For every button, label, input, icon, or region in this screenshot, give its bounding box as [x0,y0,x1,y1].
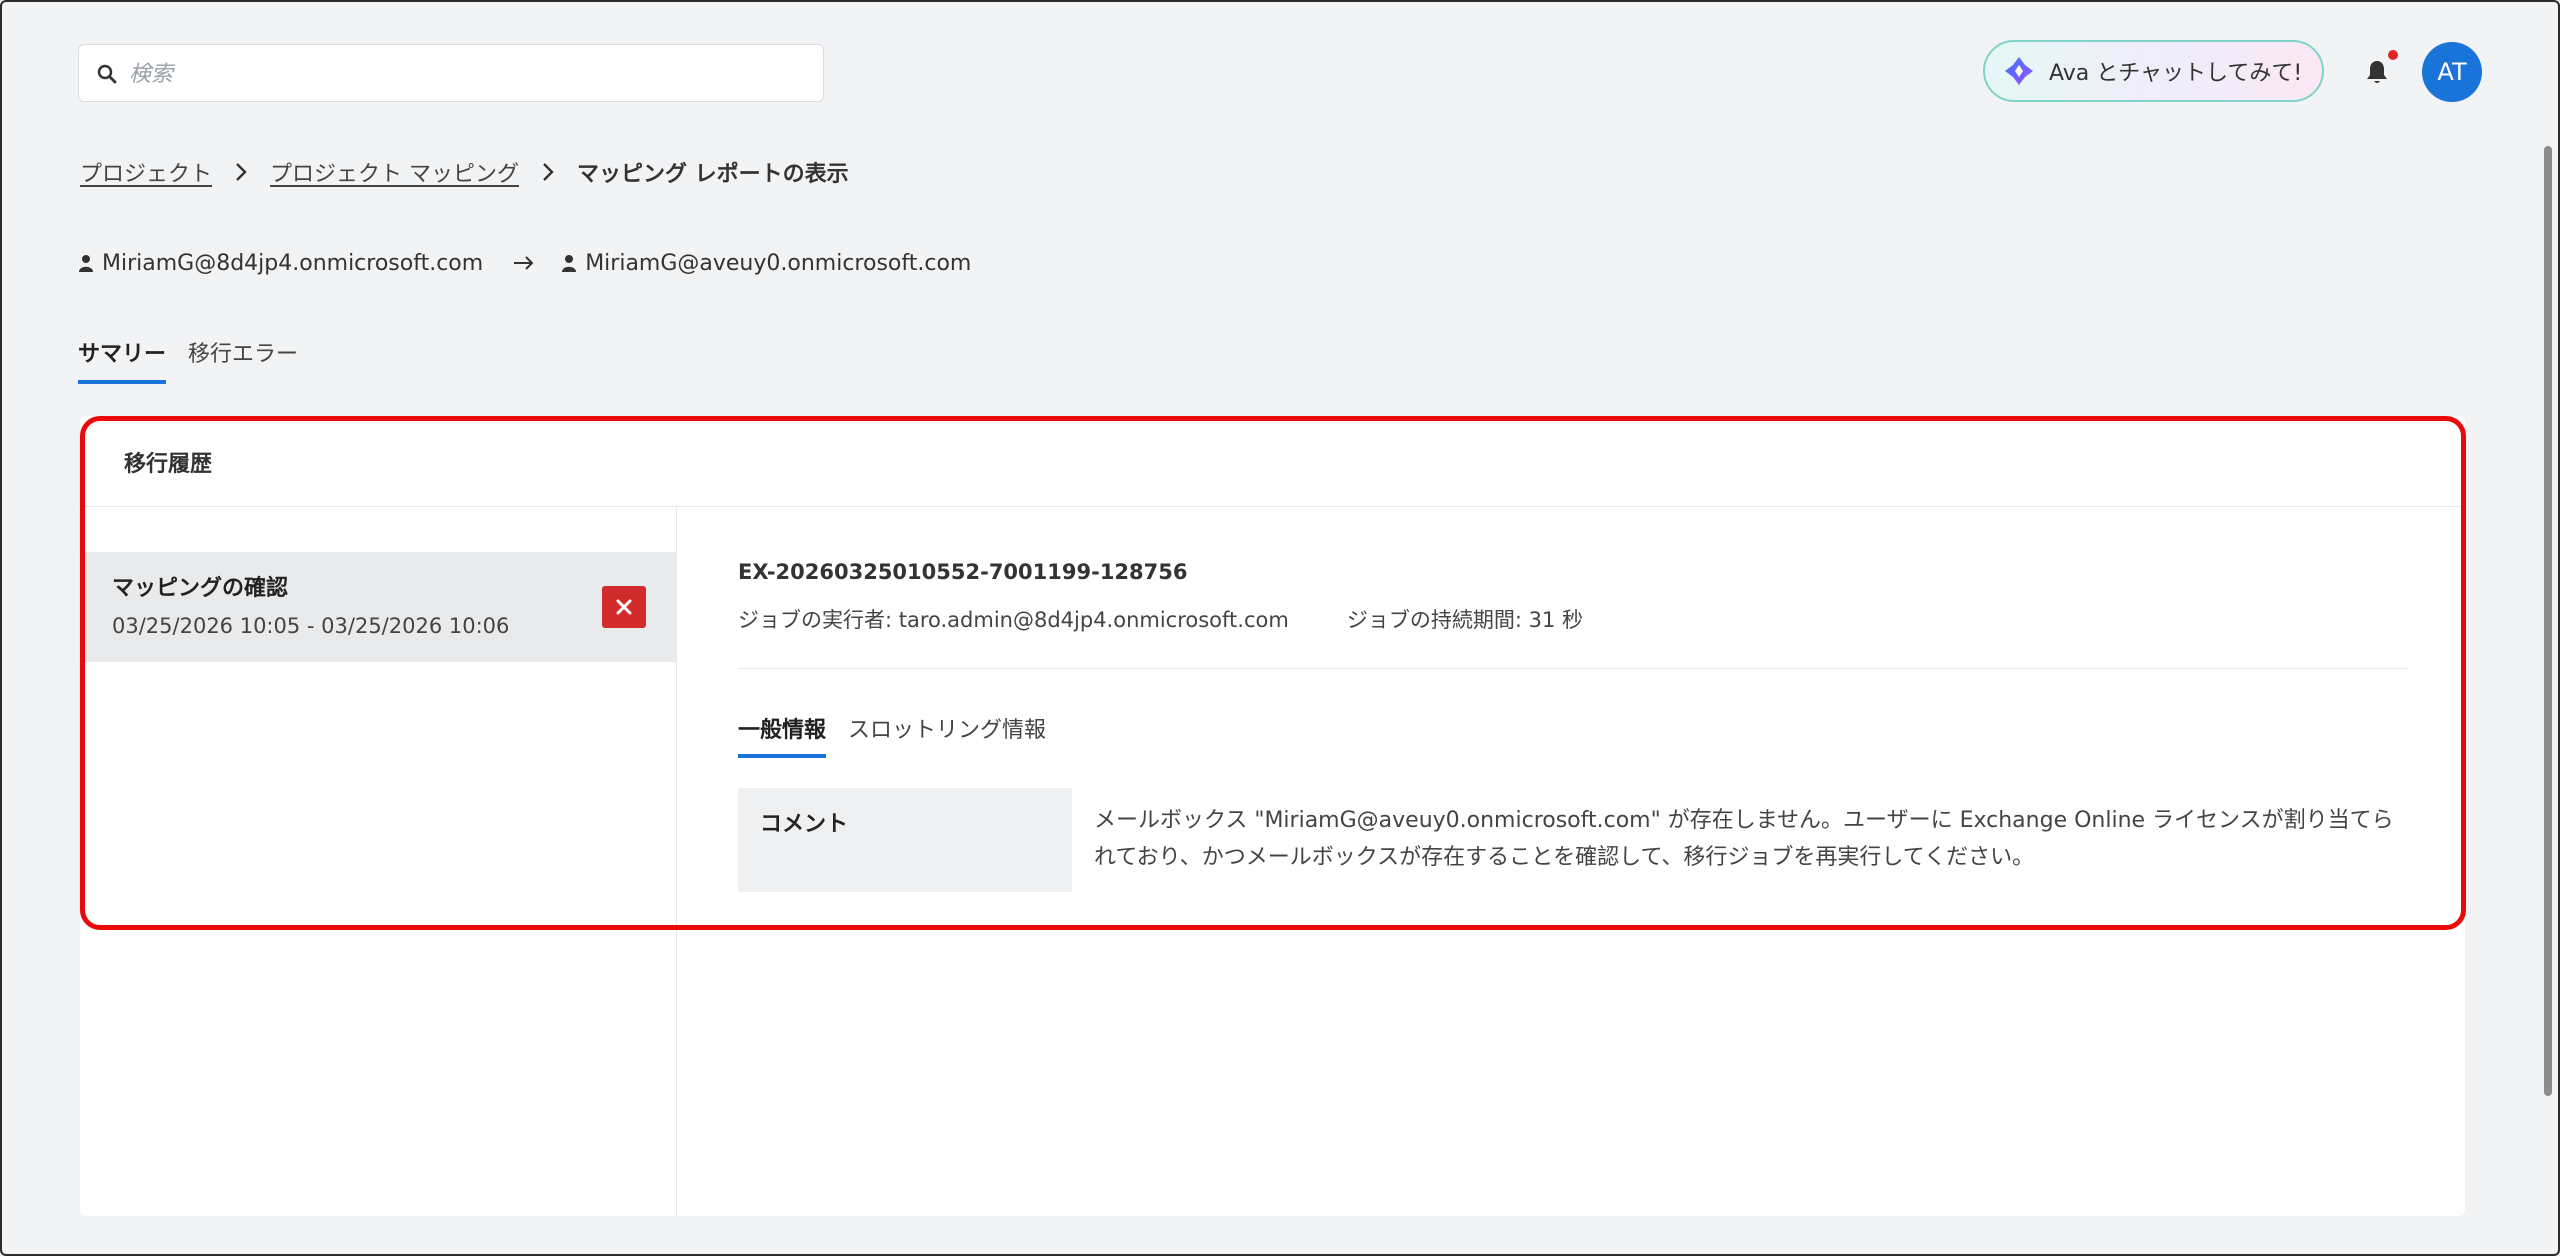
tab-migration-errors[interactable]: 移行エラー [188,336,298,384]
failed-status-badge [602,586,646,628]
job-id: EX-20260325010552-7001199-128756 [738,560,1188,584]
job-duration: ジョブの持続期間: 31 秒 [1346,608,1583,632]
tab-general-info[interactable]: 一般情報 [738,712,827,758]
comment-line: れており、かつメールボックスが存在することを確認して、移行ジョブを再実行してくだ… [1094,845,2035,870]
comment-label: コメント [760,812,849,837]
tab-summary[interactable]: サマリー [78,336,167,384]
ava-logo-icon [2005,57,2033,85]
card-title: 移行履歴 [124,452,213,477]
breadcrumb-projects[interactable]: プロジェクト [80,156,212,188]
page-tabs: サマリー 移行エラー [78,336,320,384]
breadcrumb-current: マッピング レポートの表示 [577,162,849,187]
ava-chat-button[interactable]: Ava とチャットしてみて! [1983,40,2324,102]
source-user: MiriamG@8d4jp4.onmicrosoft.com [102,250,484,276]
job-meta: ジョブの実行者: taro.admin@8d4jp4.onmicrosoft.c… [738,604,1583,634]
history-item[interactable]: マッピングの確認 03/25/2026 10:05 - 03/25/2026 1… [80,552,676,662]
mapping-users: MiriamG@8d4jp4.onmicrosoft.com MiriamG@a… [78,248,971,278]
migration-history-card: 移行履歴 マッピングの確認 03/25/2026 10:05 - 03/25/2… [80,416,2465,1216]
detail-tabs: 一般情報 スロットリング情報 [738,712,1068,758]
comment-label-cell: コメント [738,788,1072,892]
bell-icon[interactable] [2364,58,2390,86]
arrow-right-icon [514,256,534,270]
comment-text: メールボックス "MiriamG@aveuy0.onmicrosoft.com"… [1094,802,2394,876]
close-icon [616,599,632,615]
person-icon [562,255,577,272]
scrollbar[interactable] [2544,146,2552,1096]
tab-throttling-info[interactable]: スロットリング情報 [848,712,1046,758]
job-executor: ジョブの実行者: taro.admin@8d4jp4.onmicrosoft.c… [738,608,1289,632]
breadcrumb: プロジェクト プロジェクト マッピング マッピング レポートの表示 [80,156,849,188]
chevron-right-icon [543,163,554,181]
column-divider [676,507,677,1216]
person-icon [79,255,93,272]
ava-chat-label: Ava とチャットしてみて! [2049,61,2303,86]
notification-badge [2388,50,2398,60]
history-item-name: マッピングの確認 [112,576,289,601]
search-input[interactable] [127,55,811,93]
divider [80,506,2465,507]
target-user: MiriamG@aveuy0.onmicrosoft.com [585,250,972,276]
user-avatar[interactable]: AT [2422,42,2482,102]
chevron-right-icon [236,163,247,181]
breadcrumb-project-mapping[interactable]: プロジェクト マッピング [270,156,519,188]
search-icon [97,64,117,84]
search-box[interactable] [78,44,824,102]
history-item-dates: 03/25/2026 10:05 - 03/25/2026 10:06 [112,614,510,638]
divider [738,668,2408,669]
comment-line: メールボックス "MiriamG@aveuy0.onmicrosoft.com"… [1094,808,2394,833]
